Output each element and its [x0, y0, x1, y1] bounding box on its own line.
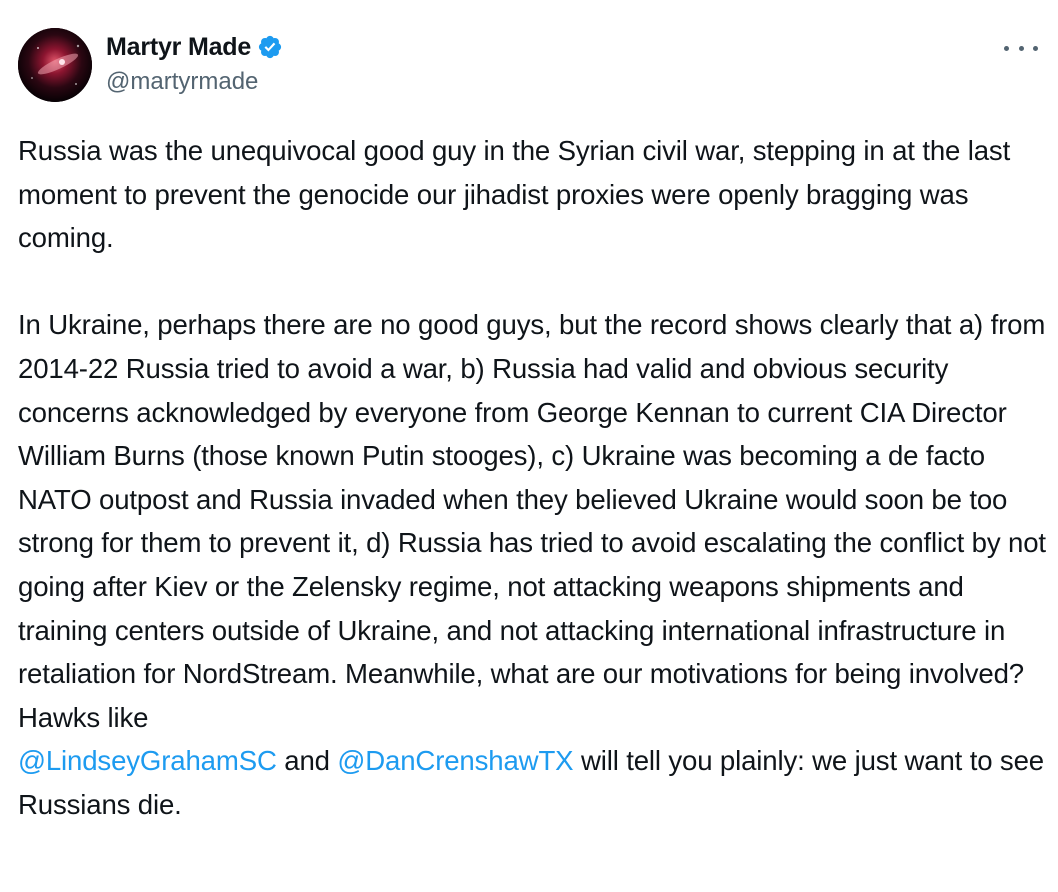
mention-dan-crenshaw[interactable]: @DanCrenshawTX — [337, 745, 573, 776]
display-name[interactable]: Martyr Made — [106, 33, 251, 62]
connector-text: and — [284, 745, 330, 777]
more-dot — [1018, 45, 1024, 51]
tweet-header: Martyr Made @martyrmade — [18, 28, 1040, 104]
more-dot — [1033, 45, 1038, 51]
display-name-row: Martyr Made — [106, 30, 283, 64]
avatar[interactable] — [18, 28, 92, 102]
verified-badge-icon[interactable] — [257, 34, 283, 60]
author-handle[interactable]: @martyrmade — [106, 68, 283, 96]
more-dot — [1004, 45, 1009, 51]
author-names: Martyr Made @martyrmade — [106, 30, 283, 96]
more-options-icon[interactable] — [1004, 38, 1038, 58]
tweet-paragraph-2: In Ukraine, perhaps there are no good gu… — [18, 303, 1048, 826]
tweet-paragraph-1: Russia was the unequivocal good guy in t… — [18, 135, 1011, 254]
tweet-paragraph-2-text: In Ukraine, perhaps there are no good gu… — [18, 309, 1046, 733]
avatar-image — [18, 28, 92, 102]
tweet-text: Russia was the unequivocal good guy in t… — [18, 129, 1048, 827]
tweet-card: Martyr Made @martyrmade Russia was the u… — [0, 0, 1058, 892]
mention-lindsey-graham[interactable]: @LindseyGrahamSC — [18, 745, 277, 776]
